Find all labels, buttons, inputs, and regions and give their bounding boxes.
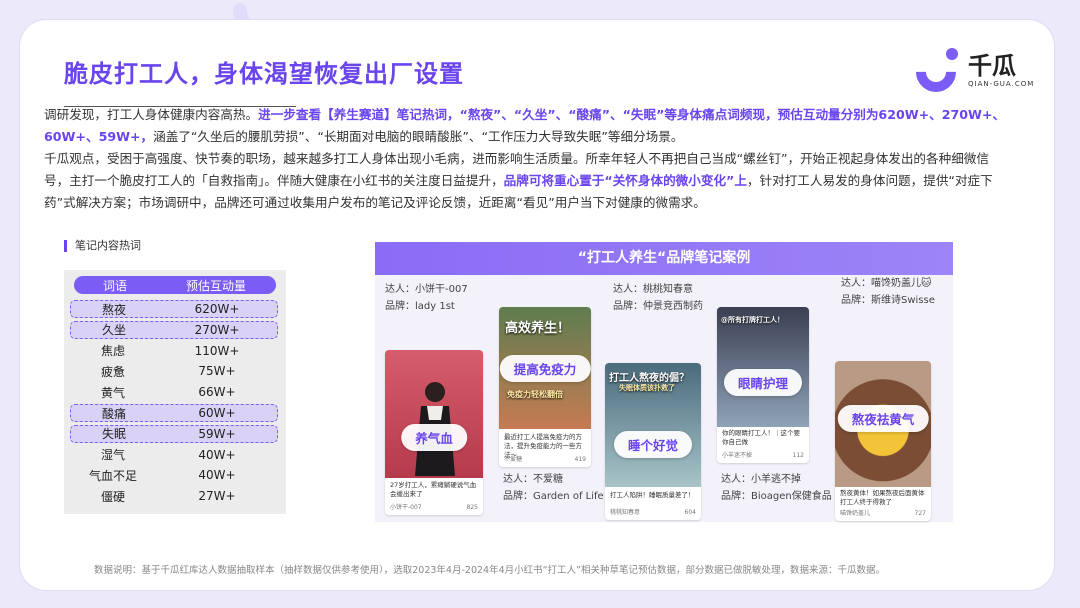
- table-row: 熬夜 620W+: [70, 300, 278, 318]
- table-row: 焦虑 110W+: [70, 342, 278, 360]
- note-overlay-subtext: 免疫力轻松翻倍: [507, 390, 563, 399]
- table-row: 酸痛 60W+: [70, 404, 278, 422]
- note-card[interactable]: @所有打牌打工人！ 眼睛护理 你的眼睛打工人！｜这个要你自己做 小羊迷不掉 11…: [717, 307, 809, 463]
- note-tag: 养气血: [401, 424, 467, 451]
- row-value: 66W+: [198, 385, 236, 400]
- note-tag: 熬夜祛黄气: [837, 405, 929, 432]
- note-photo: [385, 350, 483, 478]
- paragraph-text: 调研发现，打工人身体健康内容高热。: [44, 107, 259, 122]
- row-value: 40W+: [198, 447, 236, 462]
- case-meta: 达人：桃桃知春意 品牌：仲景竞西制药: [613, 281, 703, 315]
- table-row: 黄气 66W+: [70, 383, 278, 401]
- note-likes: 825: [466, 504, 478, 511]
- brand-label: 品牌：Bioagen保健食品: [721, 491, 832, 502]
- note-photo: @所有打牌打工人！: [717, 307, 809, 427]
- note-author: 喵馋奶盖儿: [840, 510, 871, 517]
- brand-label: 品牌：Garden of Life: [503, 491, 604, 502]
- logo-domain: QIAN-GUA.COM: [968, 80, 1035, 88]
- note-author: 不爱糖: [504, 456, 523, 463]
- table-row: 湿气 40W+: [70, 446, 278, 464]
- row-value: 620W+: [194, 302, 240, 316]
- note-author: 小饼干-007: [390, 504, 422, 511]
- note-caption: 你的眼睛打工人！｜这个要你自己做: [722, 429, 800, 446]
- note-tag: 睡个好觉: [613, 431, 693, 458]
- table-row: 疲惫 75W+: [70, 362, 278, 380]
- table-row: 僵硬 27W+: [70, 487, 278, 505]
- row-word: 湿气: [100, 448, 125, 463]
- note-photo: 打工人熬夜的倔？ 失眠体质该扑救了: [605, 363, 701, 487]
- case-meta: 达人：小羊逃不掉 品牌：Bioagen保健食品: [721, 471, 832, 505]
- note-overlay-subtext: 失眠体质该扑救了: [619, 384, 675, 392]
- influencer-label: 达人：喵馋奶盖儿🐱: [841, 278, 932, 289]
- influencer-label: 达人：小饼干-007: [385, 284, 468, 295]
- person-icon: [415, 382, 455, 476]
- influencer-label: 达人：桃桃知春意: [613, 284, 693, 295]
- case-panel-body: 达人：小饼干-007 品牌：lady 1st 养气血 27岁打工人，累瘫躺硬说气…: [375, 275, 953, 522]
- brand-label: 品牌：斯维诗Swisse: [841, 295, 935, 306]
- note-card[interactable]: 高效养生！ 免疫力轻松翻倍 提高免疫力 最近打工人提高免疫力的方法，提升免疫能力…: [499, 307, 591, 467]
- note-card[interactable]: 打工人熬夜的倔？ 失眠体质该扑救了 睡个好觉 打工人陷阱！睡眠质量差了！ 桃桃知…: [605, 363, 701, 520]
- note-caption: 熬夜黄体！如果熬夜后面黄体打工人终于得救了: [840, 489, 925, 506]
- influencer-label: 达人：小羊逃不掉: [721, 474, 801, 485]
- row-value: 270W+: [194, 322, 240, 337]
- table-row: 气血不足 40W+: [70, 466, 278, 484]
- column-header-value: 预估互动量: [185, 278, 246, 293]
- note-overlay-text: 打工人熬夜的倔？: [609, 373, 689, 384]
- row-word: 黄气: [100, 385, 125, 400]
- note-likes: 419: [574, 456, 586, 463]
- section-label: 笔记内容热词: [64, 240, 141, 252]
- note-tag: 眼睛护理: [723, 369, 803, 396]
- note-card[interactable]: 熬夜祛黄气 熬夜黄体！如果熬夜后面黄体打工人终于得救了 喵馋奶盖儿 727: [835, 361, 931, 521]
- note-likes: 604: [684, 509, 696, 516]
- row-value: 40W+: [198, 468, 236, 483]
- note-likes: 112: [792, 452, 804, 459]
- note-author: 小羊迷不掉: [722, 452, 753, 459]
- paragraph-research: 调研发现，打工人身体健康内容高热。进一步查看【养生赛道】笔记热词，“熬夜”、“久…: [44, 104, 1010, 148]
- row-word: 久坐: [101, 323, 126, 338]
- case-panel-title: “打工人养生“品牌笔记案例: [375, 242, 953, 275]
- body-text: 调研发现，打工人身体健康内容高热。进一步查看【养生赛道】笔记热词，“熬夜”、“久…: [44, 104, 1010, 214]
- case-meta: 达人：不爱糖 品牌：Garden of Life: [503, 471, 604, 505]
- table-row: 失眠 59W+: [70, 424, 278, 443]
- brand-label: 品牌：仲景竞西制药: [613, 301, 703, 312]
- logo-dot-icon: [946, 48, 958, 60]
- row-value: 110W+: [194, 343, 240, 358]
- page-title: 脆皮打工人，身体渴望恢复出厂设置: [64, 60, 464, 88]
- column-header-word: 词语: [102, 278, 127, 293]
- row-value: 75W+: [198, 364, 236, 379]
- note-overlay-text: @所有打牌打工人！: [721, 316, 784, 324]
- note-caption: 27岁打工人，累瘫躺硬说气血会缓出来了: [390, 481, 477, 498]
- logo-text: 千瓜: [968, 52, 1016, 80]
- row-word: 疲惫: [100, 364, 125, 379]
- influencer-label: 达人：不爱糖: [503, 474, 563, 485]
- paragraph-text: 涵盖了“久坐后的腰肌劳损”、“长期面对电脑的眼睛酸胀”、“工作压力大导致失眠”等…: [153, 129, 684, 144]
- note-tag: 提高免疫力: [499, 355, 591, 382]
- paragraph-highlight: 品牌可将重心置于“关怀身体的微小变化”上: [503, 173, 747, 188]
- row-word: 熬夜: [101, 302, 126, 317]
- case-meta: 达人：喵馋奶盖儿🐱 品牌：斯维诗Swisse: [841, 275, 935, 309]
- row-word: 僵硬: [100, 489, 125, 504]
- brand-logo: 千瓜 QIAN-GUA.COM: [907, 43, 1036, 101]
- hotword-table: 词语 预估互动量 熬夜 620W+ 久坐 270W+ 焦虑 110W+ 疲惫 75W+ 黄气 66…: [64, 270, 286, 514]
- note-author: 桃桃知春意: [610, 509, 641, 516]
- note-overlay-text: 高效养生！: [505, 321, 571, 336]
- row-word: 焦虑: [100, 344, 125, 359]
- data-source-note: 数据说明：基于千瓜红库达人数据抽取样本（抽样数据仅供参考使用），选取2023年4…: [94, 565, 885, 576]
- row-word: 气血不足: [88, 468, 137, 483]
- row-value: 60W+: [198, 406, 236, 420]
- table-row: 久坐 270W+: [70, 320, 278, 339]
- note-caption: 打工人陷阱！睡眠质量差了！: [610, 491, 695, 499]
- case-meta: 达人：小饼干-007 品牌：lady 1st: [385, 281, 468, 315]
- case-panel: “打工人养生“品牌笔记案例 达人：小饼干-007 品牌：lady 1st 养气血…: [375, 242, 953, 522]
- row-value: 27W+: [198, 489, 236, 504]
- brand-label: 品牌：lady 1st: [385, 301, 455, 312]
- row-word: 酸痛: [101, 406, 126, 421]
- row-value: 59W+: [198, 426, 236, 441]
- note-card[interactable]: 养气血 27岁打工人，累瘫躺硬说气血会缓出来了 小饼干-007 825: [385, 350, 483, 515]
- row-word: 失眠: [101, 427, 126, 442]
- note-likes: 727: [914, 510, 926, 517]
- table-header: 词语 预估互动量: [74, 276, 276, 294]
- paragraph-viewpoint: 千瓜观点，受困于高强度、快节奏的职场，越来越多打工人身体出现小毛病，进而影响生活…: [44, 148, 1010, 214]
